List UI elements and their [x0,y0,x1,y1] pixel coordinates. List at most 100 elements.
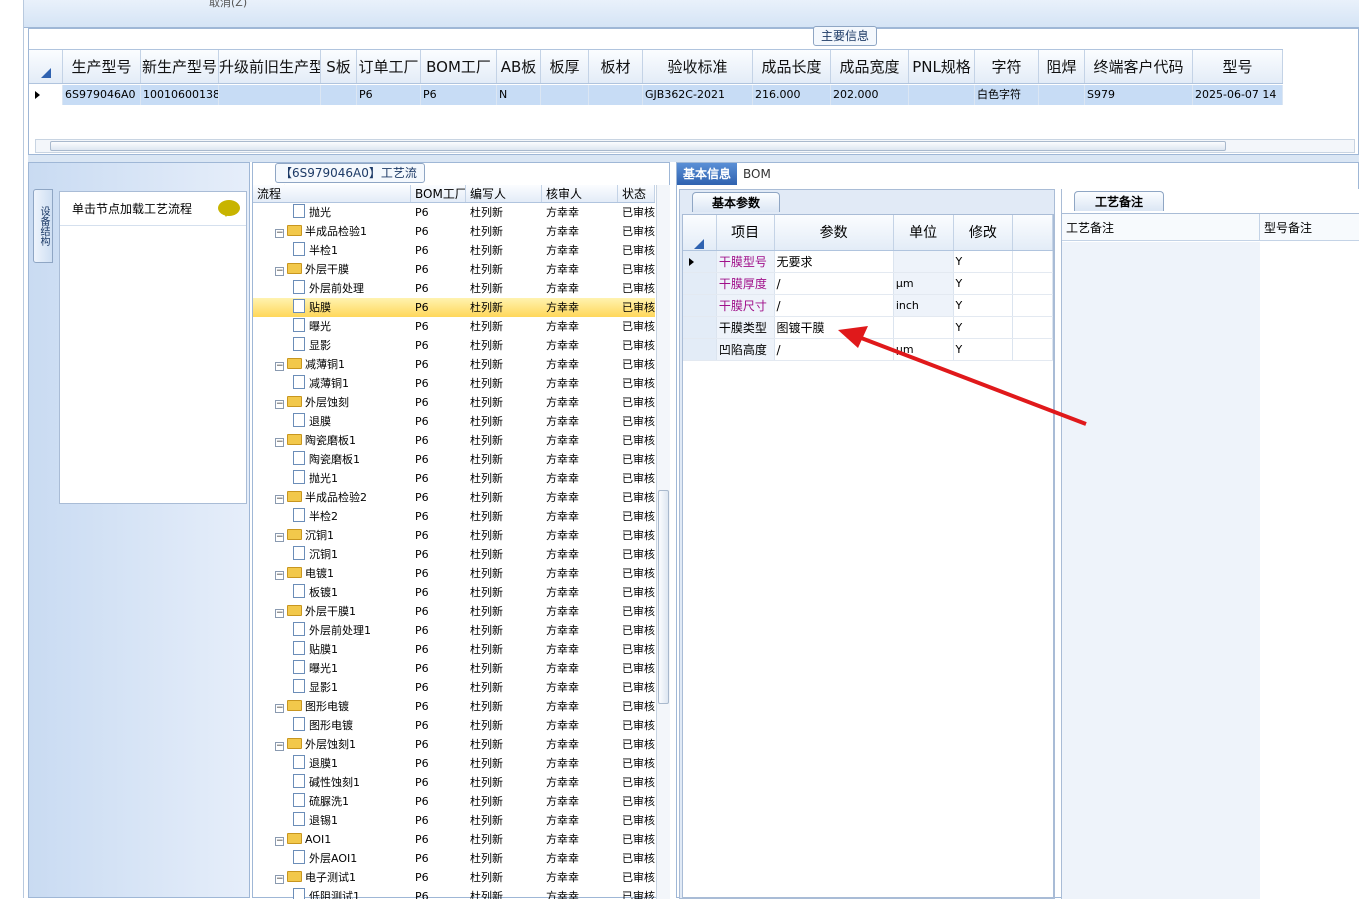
collapse-icon[interactable]: − [275,495,284,504]
main-col-header[interactable]: 型号 [1193,50,1283,83]
process-node[interactable]: 减薄铜1 [253,374,411,393]
process-tree-row[interactable]: − 沉铜1 P6 杜列新 方幸幸 已审核 [253,526,655,545]
param-col-header[interactable]: 单位 [894,215,954,250]
process-tree-row[interactable]: 半检2 P6 杜列新 方幸幸 已审核 [253,507,655,526]
process-tree-row[interactable]: − 陶瓷磨板1 P6 杜列新 方幸幸 已审核 [253,431,655,450]
main-cell[interactable]: 6S979046A0 [63,85,141,105]
process-tree-row[interactable]: − 半成品检验2 P6 杜列新 方幸幸 已审核 [253,488,655,507]
process-node[interactable]: 低阻测试1 [253,887,411,899]
process-node[interactable]: 硫脲洗1 [253,792,411,811]
process-node[interactable]: − 陶瓷磨板1 [253,431,411,450]
main-col-header[interactable]: 升级前旧生产型号 [219,50,321,83]
main-col-header[interactable]: 验收标准 [643,50,753,83]
process-tree-row[interactable]: 退膜1 P6 杜列新 方幸幸 已审核 [253,754,655,773]
tab-equipment-structure[interactable]: 设备结构 [33,189,53,263]
process-node[interactable]: 半检2 [253,507,411,526]
process-tree-row[interactable]: 抛光 P6 杜列新 方幸幸 已审核 [253,203,655,222]
main-cell[interactable] [909,85,975,105]
collapse-icon[interactable]: − [275,438,284,447]
main-cell[interactable]: N [497,85,541,105]
process-tree-row[interactable]: 半检1 P6 杜列新 方幸幸 已审核 [253,241,655,260]
main-col-header[interactable]: 成品长度 [753,50,831,83]
collapse-icon[interactable]: − [275,609,284,618]
main-cell[interactable] [541,85,589,105]
param-row[interactable]: 干膜型号 无要求 Y [683,251,1053,273]
process-node[interactable]: − 电子测试1 [253,868,411,887]
param-row[interactable]: 干膜尺寸 / inch Y [683,295,1053,317]
collapse-icon[interactable]: − [275,533,284,542]
process-node[interactable]: − 沉铜1 [253,526,411,545]
process-tree-row[interactable]: 陶瓷磨板1 P6 杜列新 方幸幸 已审核 [253,450,655,469]
process-col-header[interactable]: 编写人 [466,185,542,202]
process-node[interactable]: 显影1 [253,678,411,697]
process-node[interactable]: − 图形电镀 [253,697,411,716]
scroll-thumb[interactable] [50,141,1226,151]
collapse-icon[interactable]: − [275,742,284,751]
main-col-header[interactable]: BOM工厂 [421,50,497,83]
process-node[interactable]: − 外层蚀刻 [253,393,411,412]
process-tree-row[interactable]: − 电子测试1 P6 杜列新 方幸幸 已审核 [253,868,655,887]
param-col-header[interactable]: 项目 [717,215,775,250]
main-cell[interactable]: P6 [357,85,421,105]
process-tree-row[interactable]: 板镀1 P6 杜列新 方幸幸 已审核 [253,583,655,602]
main-col-header[interactable]: 新生产型号 [141,50,219,83]
param-row[interactable]: 干膜厚度 / μm Y [683,273,1053,295]
process-tree-row[interactable]: 退膜 P6 杜列新 方幸幸 已审核 [253,412,655,431]
process-tree-row[interactable]: 外层前处理1 P6 杜列新 方幸幸 已审核 [253,621,655,640]
process-node[interactable]: 板镀1 [253,583,411,602]
param-value[interactable]: / [775,295,894,316]
process-tree-row[interactable]: − 外层干膜1 P6 杜列新 方幸幸 已审核 [253,602,655,621]
param-row[interactable]: 干膜类型 图镀干膜 Y [683,317,1053,339]
process-node[interactable]: 沉铜1 [253,545,411,564]
process-node[interactable]: 贴膜1 [253,640,411,659]
param-row[interactable]: 凹陷高度 / μm Y [683,339,1053,361]
main-col-header[interactable]: AB板 [497,50,541,83]
collapse-icon[interactable]: − [275,875,284,884]
process-node[interactable]: 退膜1 [253,754,411,773]
process-tree-row[interactable]: 减薄铜1 P6 杜列新 方幸幸 已审核 [253,374,655,393]
process-tree-row[interactable]: 碱性蚀刻1 P6 杜列新 方幸幸 已审核 [253,773,655,792]
process-tree-row[interactable]: 显影1 P6 杜列新 方幸幸 已审核 [253,678,655,697]
process-tree-row[interactable]: 曝光1 P6 杜列新 方幸幸 已审核 [253,659,655,678]
param-value[interactable]: 图镀干膜 [775,317,894,338]
main-cell[interactable]: S979 [1085,85,1193,105]
process-node[interactable]: 抛光 [253,203,411,222]
process-node[interactable]: − 电镀1 [253,564,411,583]
main-cell[interactable]: 202.000 [831,85,909,105]
param-col-header[interactable]: 修改 [954,215,1014,250]
node-hint[interactable]: 单击节点加载工艺流程 [60,192,246,226]
process-tree-row[interactable]: 显影 P6 杜列新 方幸幸 已审核 [253,336,655,355]
collapse-icon[interactable]: − [275,400,284,409]
param-value[interactable]: 无要求 [775,251,894,272]
tab-process-notes[interactable]: 工艺备注 [1074,191,1164,211]
collapse-icon[interactable]: − [275,571,284,580]
main-cell[interactable]: 216.000 [753,85,831,105]
process-tree-row[interactable]: − 电镀1 P6 杜列新 方幸幸 已审核 [253,564,655,583]
process-col-header[interactable]: 流程 [253,185,411,202]
process-col-header[interactable]: 核审人 [542,185,618,202]
process-tree-row[interactable]: 贴膜1 P6 杜列新 方幸幸 已审核 [253,640,655,659]
collapse-icon[interactable]: − [275,267,284,276]
process-node[interactable]: − 外层蚀刻1 [253,735,411,754]
process-node[interactable]: − 减薄铜1 [253,355,411,374]
process-node[interactable]: 曝光1 [253,659,411,678]
param-value[interactable]: / [775,339,894,360]
main-col-header[interactable]: 订单工厂 [357,50,421,83]
process-node[interactable]: 曝光 [253,317,411,336]
process-node[interactable]: 外层AOI1 [253,849,411,868]
process-node[interactable]: 显影 [253,336,411,355]
collapse-icon[interactable]: − [275,362,284,371]
process-tree-row[interactable]: 抛光1 P6 杜列新 方幸幸 已审核 [253,469,655,488]
process-tree-row[interactable]: 退锡1 P6 杜列新 方幸幸 已审核 [253,811,655,830]
process-col-header[interactable]: 状态 [618,185,655,202]
param-value[interactable]: / [775,273,894,294]
process-tree-row[interactable]: 图形电镀 P6 杜列新 方幸幸 已审核 [253,716,655,735]
main-cell[interactable]: P6 [421,85,497,105]
process-vertical-scrollbar[interactable] [656,185,670,899]
tab-basic-info[interactable]: 基本信息 [677,163,738,185]
scroll-thumb[interactable] [658,490,669,704]
process-tree-row[interactable]: 外层AOI1 P6 杜列新 方幸幸 已审核 [253,849,655,868]
collapse-icon[interactable]: − [275,837,284,846]
main-cell[interactable] [589,85,643,105]
main-cell[interactable]: 10010600138800 [141,85,219,105]
